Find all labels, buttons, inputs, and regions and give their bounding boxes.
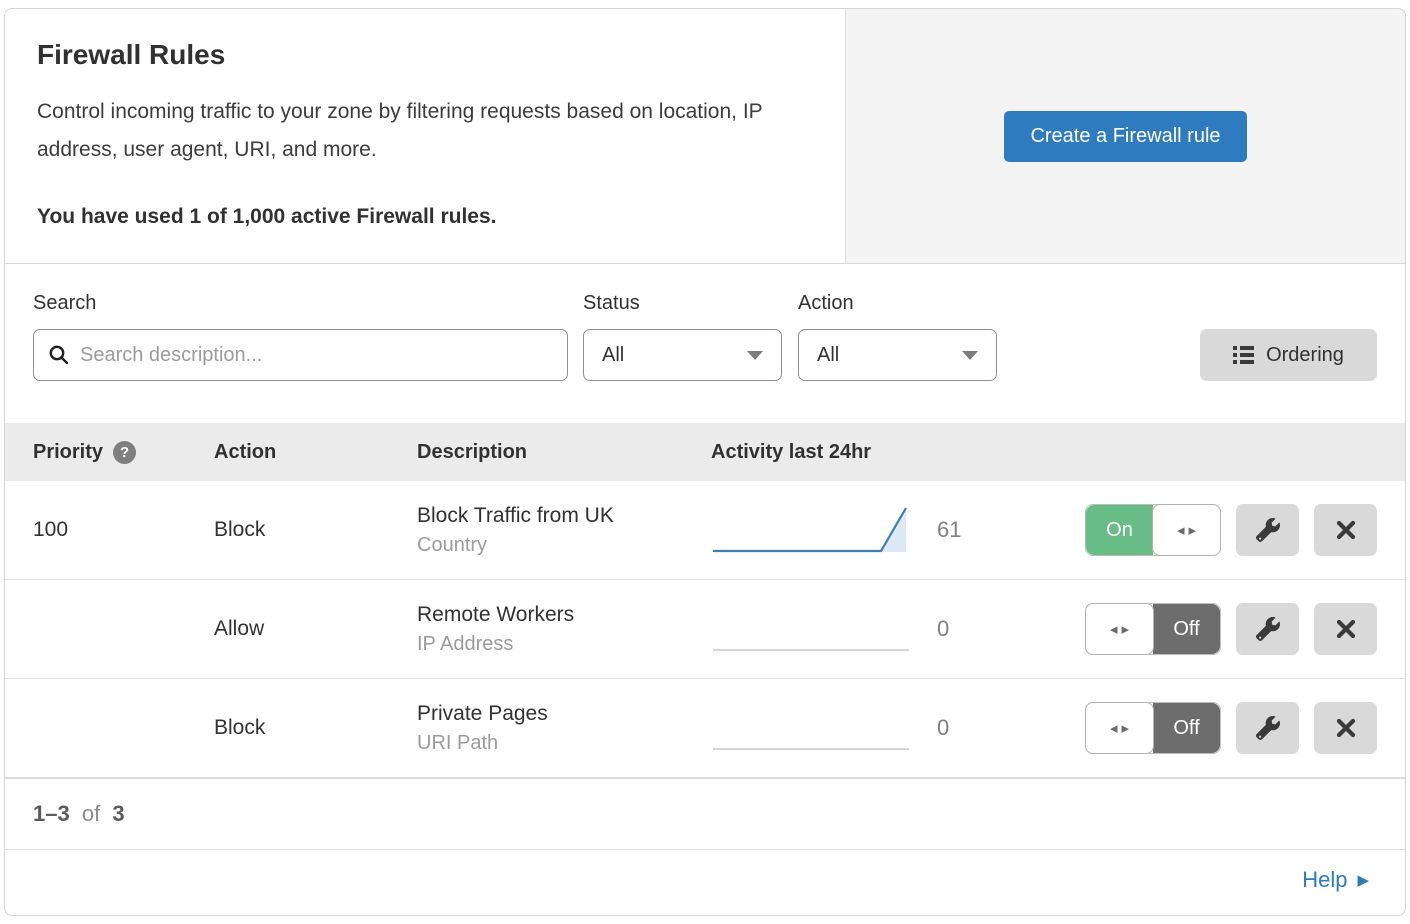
toggle-arrows-icon: ▸ bbox=[1122, 721, 1130, 736]
rule-description: Private Pages bbox=[417, 702, 711, 726]
rule-action: Block bbox=[214, 518, 417, 542]
filter-bar: Search Status All Action All bbox=[5, 264, 1405, 423]
rule-controls: On ◂ ▸ bbox=[1085, 504, 1377, 556]
table-row: Block Private Pages URI Path 0 Off ◂ ▸ bbox=[5, 679, 1405, 778]
rule-description: Block Traffic from UK bbox=[417, 504, 711, 528]
action-group: Action All bbox=[798, 292, 1013, 381]
close-icon bbox=[1335, 717, 1357, 739]
toggle-arrows-icon: ◂ bbox=[1110, 622, 1118, 637]
wrench-icon bbox=[1256, 518, 1280, 542]
search-icon bbox=[48, 344, 70, 366]
activity-count: 61 bbox=[937, 517, 983, 543]
wrench-icon bbox=[1256, 716, 1280, 740]
column-priority: Priority ? bbox=[33, 441, 214, 464]
search-label: Search bbox=[33, 292, 583, 315]
arrow-right-icon: ▶ bbox=[1357, 871, 1369, 889]
priority-help-icon[interactable]: ? bbox=[113, 441, 136, 464]
activity-cell: 61 On ◂ ▸ bbox=[711, 481, 1405, 579]
pagination-of: of bbox=[76, 801, 106, 826]
header-action-panel: Create a Firewall rule bbox=[846, 9, 1405, 263]
rule-action: Block bbox=[214, 716, 417, 740]
toggle-state-label: Off bbox=[1153, 703, 1220, 753]
status-group: Status All bbox=[583, 292, 798, 381]
header-text-block: Firewall Rules Control incoming traffic … bbox=[5, 9, 846, 263]
activity-sparkline bbox=[711, 699, 911, 757]
rule-filter-type: Country bbox=[417, 534, 711, 557]
edit-rule-button[interactable] bbox=[1236, 603, 1299, 655]
rule-description: Remote Workers bbox=[417, 603, 711, 627]
edit-rule-button[interactable] bbox=[1236, 504, 1299, 556]
status-selected-value: All bbox=[602, 344, 624, 367]
rule-enabled-toggle[interactable]: Off ◂ ▸ bbox=[1085, 603, 1221, 655]
status-label: Status bbox=[583, 292, 798, 315]
column-action: Action bbox=[214, 441, 417, 464]
activity-cell: 0 Off ◂ ▸ bbox=[711, 580, 1405, 678]
table-row: Allow Remote Workers IP Address 0 Off ◂ … bbox=[5, 580, 1405, 679]
activity-count: 0 bbox=[937, 715, 983, 741]
action-selected-value: All bbox=[817, 344, 839, 367]
help-link[interactable]: Help ▶ bbox=[1302, 867, 1369, 893]
create-firewall-rule-button[interactable]: Create a Firewall rule bbox=[1004, 111, 1246, 162]
firewall-rules-panel: Firewall Rules Control incoming traffic … bbox=[4, 8, 1406, 916]
search-box[interactable] bbox=[33, 329, 568, 381]
edit-rule-button[interactable] bbox=[1236, 702, 1299, 754]
close-icon bbox=[1335, 519, 1357, 541]
pagination-range: 1–3 bbox=[33, 801, 70, 826]
wrench-icon bbox=[1256, 617, 1280, 641]
status-select[interactable]: All bbox=[583, 329, 782, 381]
column-activity: Activity last 24hr bbox=[711, 441, 1405, 464]
pagination-total: 3 bbox=[112, 801, 124, 826]
rule-controls: Off ◂ ▸ bbox=[1085, 702, 1377, 754]
toggle-state-label: On bbox=[1086, 505, 1153, 555]
rule-description-cell: Remote Workers IP Address bbox=[417, 603, 711, 656]
help-label: Help bbox=[1302, 867, 1347, 893]
table-header: Priority ? Action Description Activity l… bbox=[5, 423, 1405, 481]
page-title: Firewall Rules bbox=[37, 39, 813, 71]
search-input[interactable] bbox=[80, 344, 553, 367]
action-label: Action bbox=[798, 292, 1013, 315]
activity-cell: 0 Off ◂ ▸ bbox=[711, 679, 1405, 777]
activity-sparkline bbox=[711, 600, 911, 658]
rule-filter-type: URI Path bbox=[417, 732, 711, 755]
rule-filter-type: IP Address bbox=[417, 633, 711, 656]
header-section: Firewall Rules Control incoming traffic … bbox=[5, 9, 1405, 264]
ordering-button[interactable]: Ordering bbox=[1200, 329, 1377, 381]
pagination: 1–3 of 3 bbox=[5, 778, 1405, 849]
table-row: 100 Block Block Traffic from UK Country … bbox=[5, 481, 1405, 580]
activity-count: 0 bbox=[937, 616, 983, 642]
chevron-down-icon bbox=[962, 351, 978, 360]
toggle-arrows-icon: ▸ bbox=[1122, 622, 1130, 637]
rule-priority: 100 bbox=[33, 518, 214, 542]
ordering-button-label: Ordering bbox=[1266, 344, 1344, 367]
toggle-arrows-icon: ◂ bbox=[1110, 721, 1118, 736]
column-description: Description bbox=[417, 441, 711, 464]
activity-sparkline bbox=[711, 501, 911, 559]
toggle-arrows-icon: ▸ bbox=[1189, 523, 1197, 538]
search-group: Search bbox=[33, 292, 583, 381]
rule-enabled-toggle[interactable]: Off ◂ ▸ bbox=[1085, 702, 1221, 754]
toggle-arrows-icon: ◂ bbox=[1177, 523, 1185, 538]
help-row: Help ▶ bbox=[5, 849, 1405, 910]
action-select[interactable]: All bbox=[798, 329, 997, 381]
toggle-handle[interactable]: ◂ ▸ bbox=[1152, 504, 1221, 556]
page-description: Control incoming traffic to your zone by… bbox=[37, 93, 802, 169]
delete-rule-button[interactable] bbox=[1314, 504, 1377, 556]
delete-rule-button[interactable] bbox=[1314, 603, 1377, 655]
rule-action: Allow bbox=[214, 617, 417, 641]
toggle-handle[interactable]: ◂ ▸ bbox=[1085, 603, 1154, 655]
rule-description-cell: Block Traffic from UK Country bbox=[417, 504, 711, 557]
usage-note: You have used 1 of 1,000 active Firewall… bbox=[37, 205, 813, 229]
toggle-state-label: Off bbox=[1153, 604, 1220, 654]
close-icon bbox=[1335, 618, 1357, 640]
rule-description-cell: Private Pages URI Path bbox=[417, 702, 711, 755]
list-ordering-icon bbox=[1233, 346, 1254, 364]
delete-rule-button[interactable] bbox=[1314, 702, 1377, 754]
rule-controls: Off ◂ ▸ bbox=[1085, 603, 1377, 655]
rule-enabled-toggle[interactable]: On ◂ ▸ bbox=[1085, 504, 1221, 556]
toggle-handle[interactable]: ◂ ▸ bbox=[1085, 702, 1154, 754]
chevron-down-icon bbox=[747, 351, 763, 360]
